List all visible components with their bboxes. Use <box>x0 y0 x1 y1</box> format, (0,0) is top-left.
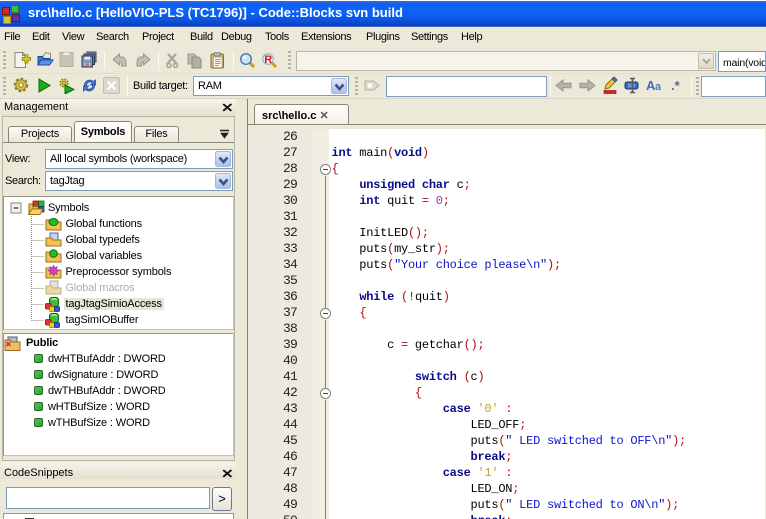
svg-text:a: a <box>655 81 662 93</box>
svg-text:.*: .* <box>671 78 681 93</box>
svg-text:R: R <box>264 54 272 66</box>
